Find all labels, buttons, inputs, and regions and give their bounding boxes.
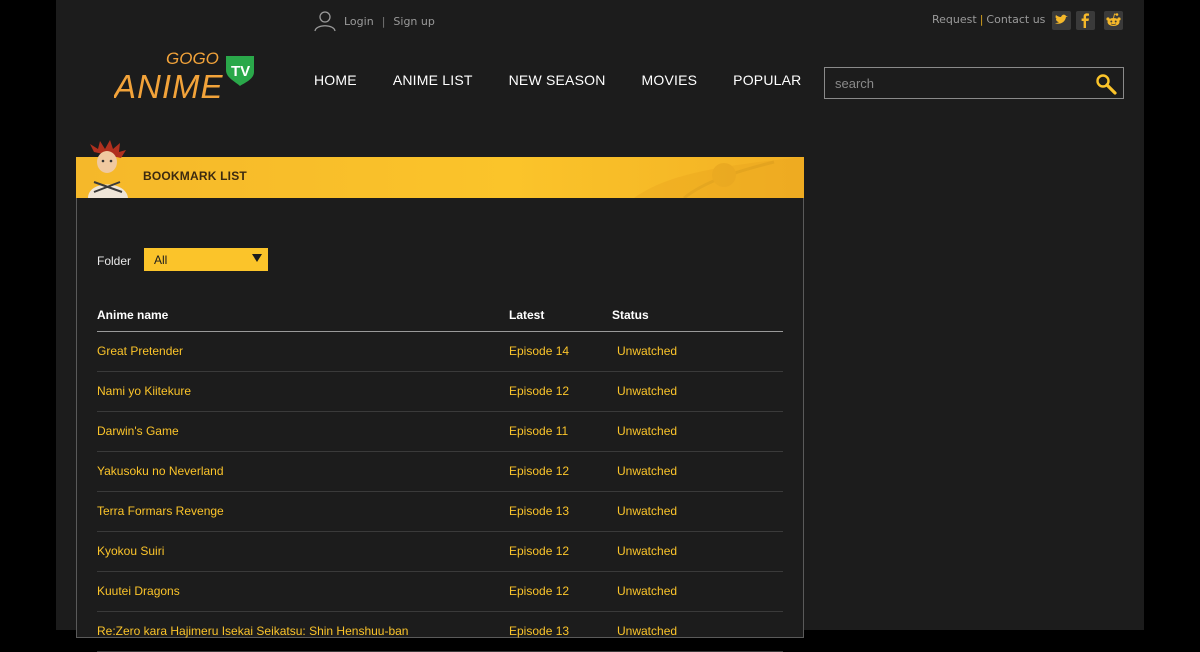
- table-row[interactable]: Darwin's Game Episode 11 Unwatched: [97, 412, 783, 452]
- latest-episode-link[interactable]: Episode 12: [509, 584, 569, 598]
- latest-episode-link[interactable]: Episode 13: [509, 624, 569, 638]
- nav-home[interactable]: HOME: [314, 72, 357, 88]
- anime-name-link[interactable]: Darwin's Game: [97, 424, 179, 438]
- latest-episode-link[interactable]: Episode 12: [509, 384, 569, 398]
- utility-links: Request | Contact us: [932, 13, 1045, 26]
- status-text[interactable]: Unwatched: [617, 464, 677, 478]
- logo-top-text: GOGO: [166, 49, 219, 68]
- main-nav: HOME ANIME LIST NEW SEASON MOVIES POPULA…: [314, 72, 837, 88]
- table-row[interactable]: Re:Zero kara Hajimeru Isekai Seikatsu: S…: [97, 612, 783, 652]
- login-link[interactable]: Login: [344, 15, 374, 28]
- table-row[interactable]: Terra Formars Revenge Episode 13 Unwatch…: [97, 492, 783, 532]
- status-text[interactable]: Unwatched: [617, 504, 677, 518]
- twitter-icon[interactable]: [1052, 11, 1071, 30]
- bookmark-title: BOOKMARK LIST: [143, 169, 247, 183]
- contact-link[interactable]: Contact us: [986, 13, 1045, 26]
- column-latest: Latest: [509, 308, 545, 322]
- table-row[interactable]: Nami yo Kiitekure Episode 12 Unwatched: [97, 372, 783, 412]
- user-icon[interactable]: [314, 10, 336, 32]
- search-box: [824, 67, 1124, 99]
- folder-select[interactable]: All: [144, 248, 268, 271]
- nav-anime-list[interactable]: ANIME LIST: [393, 72, 473, 88]
- anime-name-link[interactable]: Nami yo Kiitekure: [97, 384, 191, 398]
- nav-popular[interactable]: POPULAR: [733, 72, 801, 88]
- bookmark-rows: Great Pretender Episode 14 Unwatched Nam…: [97, 332, 783, 652]
- column-status: Status: [612, 308, 649, 322]
- status-text[interactable]: Unwatched: [617, 384, 677, 398]
- header-decoration: [634, 157, 804, 198]
- latest-episode-link[interactable]: Episode 12: [509, 544, 569, 558]
- column-anime-name: Anime name: [97, 308, 169, 322]
- latest-episode-link[interactable]: Episode 13: [509, 504, 569, 518]
- anime-name-link[interactable]: Kuutei Dragons: [97, 584, 180, 598]
- account-links: Login | Sign up: [314, 10, 435, 32]
- latest-episode-link[interactable]: Episode 14: [509, 344, 569, 358]
- search-icon[interactable]: [1095, 73, 1117, 95]
- nav-movies[interactable]: MOVIES: [642, 72, 698, 88]
- anime-name-link[interactable]: Great Pretender: [97, 344, 183, 358]
- table-header: Anime name Latest Status: [97, 306, 783, 332]
- status-text[interactable]: Unwatched: [617, 344, 677, 358]
- search-input[interactable]: [825, 68, 1105, 98]
- anime-name-link[interactable]: Kyokou Suiri: [97, 544, 164, 558]
- facebook-icon[interactable]: [1076, 11, 1095, 30]
- table-row[interactable]: Kyokou Suiri Episode 12 Unwatched: [97, 532, 783, 572]
- status-text[interactable]: Unwatched: [617, 584, 677, 598]
- anime-name-link[interactable]: Terra Formars Revenge: [97, 504, 224, 518]
- separator: |: [979, 13, 984, 26]
- table-row[interactable]: Great Pretender Episode 14 Unwatched: [97, 332, 783, 372]
- status-text[interactable]: Unwatched: [617, 544, 677, 558]
- bookmark-panel-header: BOOKMARK LIST: [76, 157, 804, 198]
- anime-name-link[interactable]: Yakusoku no Neverland: [97, 464, 224, 478]
- anime-name-link[interactable]: Re:Zero kara Hajimeru Isekai Seikatsu: S…: [97, 624, 408, 638]
- folder-value: All: [154, 253, 168, 267]
- page: Login | Sign up Request | Contact us GOG…: [56, 0, 1144, 652]
- site-logo[interactable]: GOGO ANIME TV: [112, 46, 264, 105]
- logo-main-text: ANIME: [114, 68, 224, 104]
- request-link[interactable]: Request: [932, 13, 977, 26]
- reddit-icon[interactable]: [1104, 11, 1123, 30]
- latest-episode-link[interactable]: Episode 11: [509, 424, 568, 438]
- status-text[interactable]: Unwatched: [617, 624, 677, 638]
- logo-badge-text: TV: [231, 63, 250, 80]
- folder-label: Folder: [97, 254, 132, 268]
- character-avatar: [88, 140, 128, 198]
- status-text[interactable]: Unwatched: [617, 424, 677, 438]
- table-row[interactable]: Yakusoku no Neverland Episode 12 Unwatch…: [97, 452, 783, 492]
- table-row[interactable]: Kuutei Dragons Episode 12 Unwatched: [97, 572, 783, 612]
- separator: |: [381, 14, 386, 28]
- nav-new-season[interactable]: NEW SEASON: [509, 72, 606, 88]
- dropdown-arrow-icon: [252, 254, 262, 262]
- signup-link[interactable]: Sign up: [393, 15, 434, 28]
- latest-episode-link[interactable]: Episode 12: [509, 464, 569, 478]
